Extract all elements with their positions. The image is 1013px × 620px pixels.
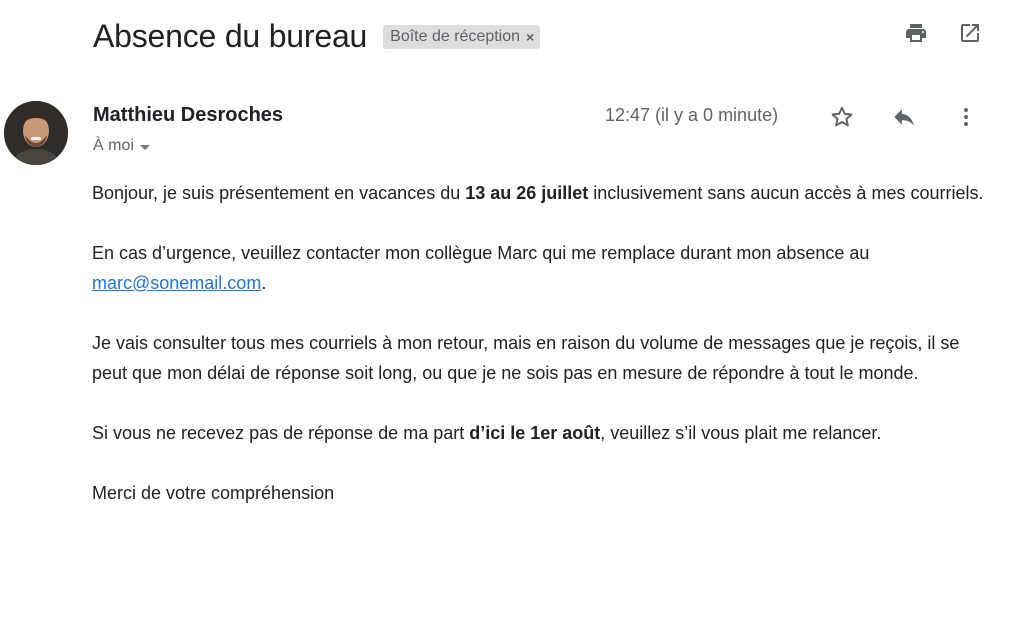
inbox-label-chip[interactable]: Boîte de réception × xyxy=(383,25,541,49)
chevron-down-icon[interactable] xyxy=(139,144,150,150)
body-text: . xyxy=(261,273,267,293)
remove-label-button[interactable]: × xyxy=(526,29,534,45)
thread-actions xyxy=(903,20,983,46)
star-icon[interactable] xyxy=(826,101,858,133)
body-text: Si vous ne recevez pas de réponse de ma … xyxy=(92,423,470,443)
body-text: inclusivement sans aucun accès à mes cou… xyxy=(588,183,984,203)
email-body: Bonjour, je suis présentement en vacance… xyxy=(92,178,992,538)
body-text: Bonjour, je suis présentement en vacance… xyxy=(92,183,466,203)
email-header: Absence du bureau Boîte de réception × xyxy=(93,14,993,58)
open-in-new-window-icon[interactable] xyxy=(957,20,983,46)
body-paragraph: Merci de votre compréhension xyxy=(92,483,335,503)
body-text: , veuillez s’il vous plait me relancer. xyxy=(600,423,882,443)
more-vertical-icon[interactable] xyxy=(950,101,982,133)
body-paragraph: Si vous ne recevez pas de réponse de ma … xyxy=(92,418,992,448)
email-subject: Absence du bureau xyxy=(93,17,368,54)
body-paragraph: Bonjour, je suis présentement en vacance… xyxy=(92,178,992,208)
body-bold-text: d’ici le 1er août xyxy=(469,423,601,443)
sender-name: Matthieu Desroches xyxy=(93,104,284,126)
body-paragraph: Je vais consulter tous mes courriels à m… xyxy=(92,333,960,383)
sender-avatar[interactable] xyxy=(4,101,68,165)
body-bold-text: 13 au 26 juillet xyxy=(465,183,589,203)
print-icon[interactable] xyxy=(903,20,929,46)
reply-icon[interactable] xyxy=(888,101,920,133)
body-paragraph: En cas d’urgence, veuillez contacter mon… xyxy=(92,238,992,298)
message-timestamp: 12:47 (il y a 0 minute) xyxy=(605,105,779,125)
message-actions xyxy=(826,101,982,133)
body-text: En cas d’urgence, veuillez contacter mon… xyxy=(92,243,870,263)
email-link[interactable]: marc@sonemail.com xyxy=(92,273,261,293)
label-text: Boîte de réception xyxy=(390,28,521,45)
recipient-details-toggle[interactable]: À moi xyxy=(93,137,150,155)
recipient-label: À moi xyxy=(93,137,134,154)
